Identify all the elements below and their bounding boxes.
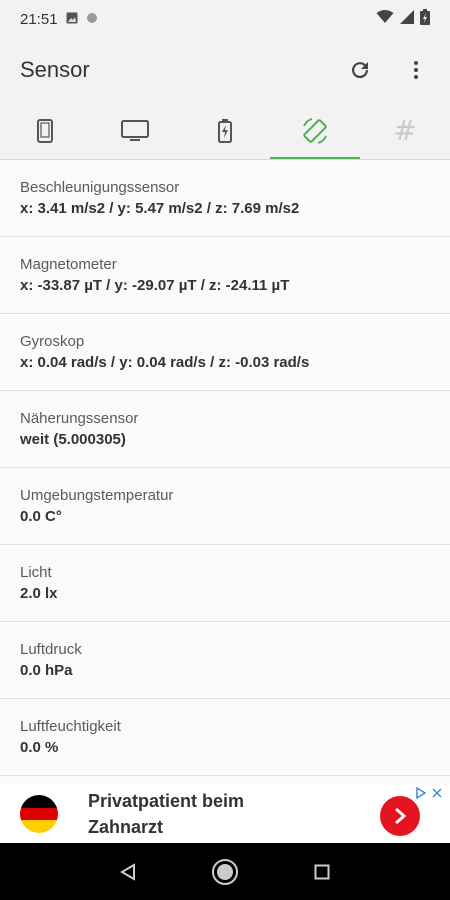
tab-device[interactable]: [0, 102, 90, 159]
more-vert-icon: [414, 61, 418, 79]
tab-battery[interactable]: [180, 102, 270, 159]
sensor-value: x: -33.87 µT / y: -29.07 µT / z: -24.11 …: [20, 277, 290, 294]
ad-choices-icon[interactable]: [416, 786, 427, 802]
page-title: Sensor: [20, 57, 90, 82]
status-bar: 21:51: [0, 0, 450, 38]
phone-icon: [37, 118, 53, 143]
cell-signal-icon: [400, 9, 414, 29]
sensor-label: Umgebungstemperatur: [20, 487, 174, 504]
image-notification-icon: [66, 11, 78, 28]
more-options-button[interactable]: [402, 56, 430, 84]
list-item: Näherungssensor weit (5.000305): [0, 391, 450, 468]
wifi-icon: [376, 9, 394, 29]
refresh-icon: [352, 62, 369, 79]
sensor-label: Gyroskop: [20, 333, 85, 350]
app-bar: Sensor: [0, 38, 450, 102]
ad-text: Privatpatient beim Zahnarzt: [88, 791, 245, 837]
hash-icon: #: [393, 114, 417, 147]
monitor-icon: [121, 119, 149, 141]
back-button[interactable]: [108, 852, 148, 892]
sensor-value: x: 0.04 rad/s / y: 0.04 rad/s / z: -0.03…: [20, 354, 310, 371]
ad-close-icon[interactable]: [432, 787, 442, 802]
status-time: 21:51: [20, 10, 58, 28]
recents-button[interactable]: [302, 852, 342, 892]
battery-icon: [218, 118, 232, 143]
sensor-list: Beschleunigungssensor x: 3.41 m/s2 / y: …: [0, 160, 450, 776]
tab-bar: #: [0, 102, 450, 160]
german-flag-icon: [20, 795, 58, 833]
refresh-button[interactable]: [346, 56, 374, 84]
sensor-label: Luftdruck: [20, 641, 82, 658]
sensor-label: Magnetometer: [20, 256, 117, 273]
list-item: Luftdruck 0.0 hPa: [0, 622, 450, 699]
dot-notification-icon: [86, 11, 98, 28]
list-item: Licht 2.0 lx: [0, 545, 450, 622]
sensor-value: 0.0 C°: [20, 508, 62, 525]
sensor-label: Beschleunigungssensor: [20, 179, 180, 196]
list-item: Magnetometer x: -33.87 µT / y: -29.07 µT…: [0, 237, 450, 314]
sensor-label: Luftfeuchtigkeit: [20, 718, 121, 735]
tab-sensors[interactable]: [270, 102, 360, 159]
recents-icon: [314, 864, 330, 879]
chevron-right-icon: [395, 807, 407, 825]
ad-open-button[interactable]: [380, 796, 420, 836]
sensor-value: x: 3.41 m/s2 / y: 5.47 m/s2 / z: 7.69 m/…: [20, 200, 300, 217]
tab-other[interactable]: #: [360, 102, 450, 159]
list-item: Beschleunigungssensor x: 3.41 m/s2 / y: …: [0, 160, 450, 237]
home-icon: [211, 858, 238, 885]
sensor-value: 0.0 %: [20, 739, 59, 756]
back-icon: [120, 862, 136, 881]
sensor-value: weit (5.000305): [20, 431, 126, 448]
sensor-label: Näherungssensor: [20, 410, 139, 427]
list-item: Luftfeuchtigkeit 0.0 %: [0, 699, 450, 776]
sensor-value: 2.0 lx: [20, 585, 58, 602]
system-nav-bar: [0, 843, 450, 900]
sensor-label: Licht: [20, 564, 52, 581]
list-item: Gyroskop x: 0.04 rad/s / y: 0.04 rad/s /…: [0, 314, 450, 391]
tab-display[interactable]: [90, 102, 180, 159]
list-item: Umgebungstemperatur 0.0 C°: [0, 468, 450, 545]
ad-banner[interactable]: Privatpatient beim Zahnarzt: [0, 785, 450, 843]
sensor-value: 0.0 hPa: [20, 662, 73, 679]
battery-status-icon: [420, 8, 430, 30]
home-button[interactable]: [205, 852, 245, 892]
screen-rotation-icon: [303, 117, 327, 144]
